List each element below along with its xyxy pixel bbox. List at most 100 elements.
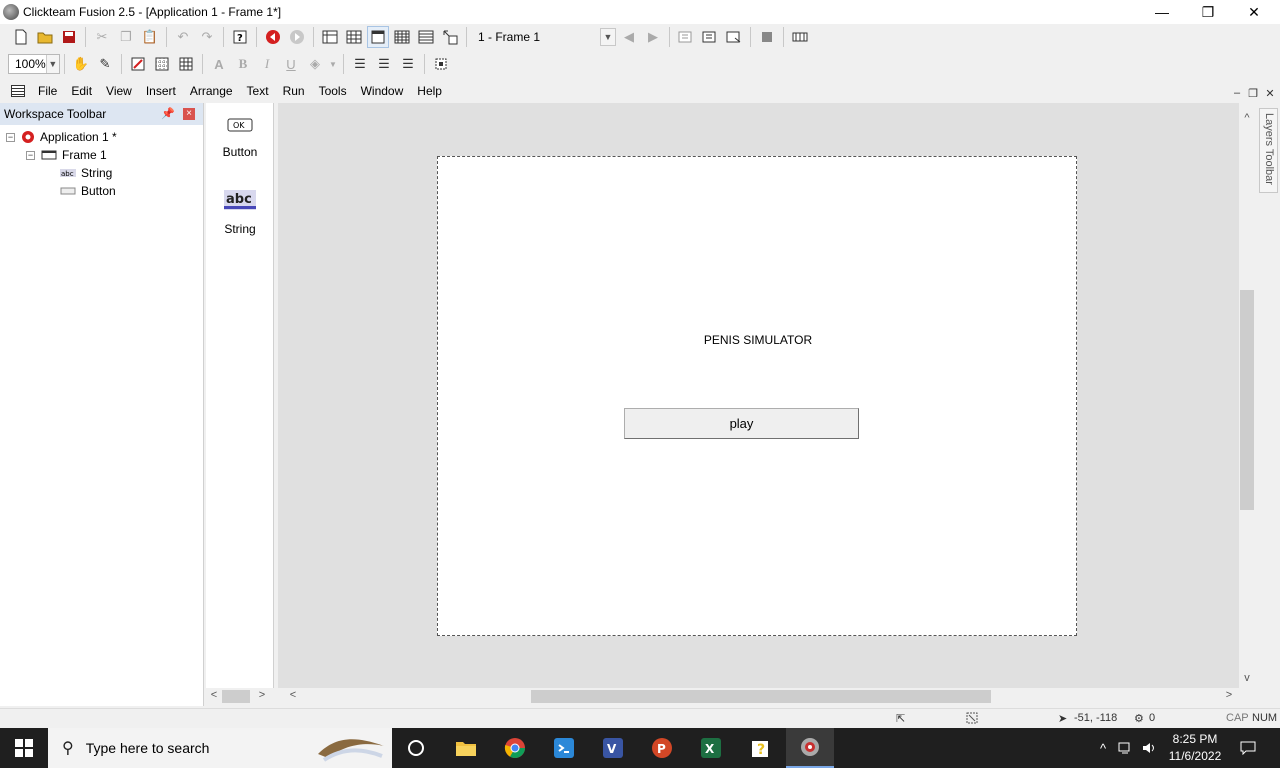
menu-tools[interactable]: Tools — [312, 84, 354, 98]
run-project-icon[interactable] — [723, 26, 745, 48]
taskbar-search[interactable]: ⚲ Type here to search — [48, 728, 392, 768]
scroll-left-icon[interactable]: < — [207, 689, 221, 701]
file-explorer-icon[interactable] — [442, 728, 490, 768]
forward-icon[interactable] — [286, 26, 308, 48]
document-minimize-icon[interactable]: – — [1230, 86, 1244, 100]
stop-icon[interactable] — [756, 26, 778, 48]
event-list-editor-icon[interactable] — [415, 26, 437, 48]
previous-frame-icon[interactable]: ◀ — [618, 26, 640, 48]
tree-item-string[interactable]: abc String — [60, 164, 112, 182]
help-app-icon[interactable]: ? — [737, 728, 785, 768]
pin-icon[interactable]: 📌 — [161, 107, 175, 120]
document-restore-icon[interactable]: ❐ — [1246, 86, 1260, 100]
menu-insert[interactable]: Insert — [139, 84, 183, 98]
scroll-right-icon[interactable]: > — [255, 689, 269, 701]
scroll-up-icon[interactable]: ^ — [1240, 112, 1254, 124]
text-color-icon[interactable]: ◈ — [304, 53, 326, 75]
frame-select-dropdown[interactable]: 1 - Frame 1 ▼ — [471, 27, 617, 47]
minimize-button[interactable]: — — [1139, 0, 1185, 24]
visual-studio-code-icon[interactable] — [540, 728, 588, 768]
menu-view[interactable]: View — [99, 84, 139, 98]
svg-text:?: ? — [757, 742, 765, 758]
paste-icon[interactable]: 📋 — [139, 26, 161, 48]
help-icon[interactable]: ? — [229, 26, 251, 48]
run-frame-icon[interactable] — [699, 26, 721, 48]
menu-window[interactable]: Window — [354, 84, 411, 98]
frame-editor-icon[interactable] — [367, 26, 389, 48]
new-file-icon[interactable] — [10, 26, 32, 48]
toggle-grid-icon[interactable] — [151, 53, 173, 75]
object-string[interactable]: abc String — [206, 189, 274, 236]
menu-text[interactable]: Text — [240, 84, 276, 98]
storyboard-editor-icon[interactable] — [319, 26, 341, 48]
vertical-scrollbar-thumb[interactable] — [1240, 290, 1254, 510]
copy-icon[interactable]: ❐ — [115, 26, 137, 48]
build-icon[interactable] — [789, 26, 811, 48]
hand-pan-icon[interactable]: ✋ — [70, 53, 92, 75]
tree-item-button[interactable]: Button — [60, 182, 116, 200]
menu-file[interactable]: File — [31, 84, 64, 98]
event-list-icon[interactable] — [343, 26, 365, 48]
open-folder-icon[interactable] — [34, 26, 56, 48]
restore-button[interactable]: ❐ — [1185, 0, 1231, 24]
menu-run[interactable]: Run — [276, 84, 312, 98]
horizontal-scrollbar-thumb[interactable] — [531, 690, 991, 703]
powerpoint-icon[interactable]: P — [638, 728, 686, 768]
toggle-background-icon[interactable] — [127, 53, 149, 75]
collapse-icon[interactable]: − — [26, 150, 35, 160]
run-application-icon[interactable] — [675, 26, 697, 48]
align-left-icon[interactable]: ☰ — [349, 53, 371, 75]
volume-icon[interactable] — [1139, 728, 1159, 768]
menu-help[interactable]: Help — [410, 84, 449, 98]
chevron-down-icon[interactable]: ▼ — [328, 53, 338, 75]
network-icon[interactable] — [1116, 728, 1136, 768]
notifications-icon[interactable] — [1236, 728, 1260, 768]
zoom-dropdown[interactable]: 100% ▼ — [8, 54, 60, 74]
close-icon[interactable]: × — [183, 108, 195, 120]
fit-frame-icon[interactable] — [430, 53, 452, 75]
play-button[interactable]: play — [624, 408, 859, 439]
align-center-icon[interactable]: ☰ — [373, 53, 395, 75]
save-icon[interactable] — [58, 26, 80, 48]
windows-start-button[interactable] — [0, 728, 48, 768]
scrollbar-thumb[interactable] — [222, 690, 250, 703]
frame-canvas[interactable]: PENIS SIMULATOR play — [437, 156, 1077, 636]
italic-button[interactable]: I — [256, 53, 278, 75]
undo-icon[interactable]: ↶ — [172, 26, 194, 48]
tree-item-application[interactable]: − Application 1 * — [6, 128, 117, 146]
align-right-icon[interactable]: ☰ — [397, 53, 419, 75]
taskbar-clock[interactable]: 8:25 PM 11/6/2022 — [1160, 731, 1230, 765]
cut-icon[interactable]: ✂ — [91, 26, 113, 48]
layers-toolbar-tab[interactable]: Layers Toolbar — [1259, 108, 1278, 193]
task-view-icon[interactable] — [392, 728, 440, 768]
snap-to-grid-icon[interactable] — [175, 53, 197, 75]
frame-editor[interactable]: PENIS SIMULATOR play — [278, 103, 1239, 688]
string-object-text[interactable]: PENIS SIMULATOR — [438, 333, 1078, 347]
next-frame-icon[interactable]: ▶ — [642, 26, 664, 48]
scroll-down-icon[interactable]: v — [1240, 672, 1254, 684]
pen-tool-icon[interactable]: ✎ — [94, 53, 116, 75]
menu-edit[interactable]: Edit — [64, 84, 99, 98]
underline-button[interactable]: U — [280, 53, 302, 75]
object-toolbar-scrollbar[interactable]: < > — [205, 688, 275, 705]
tree-item-frame[interactable]: − Frame 1 — [26, 146, 107, 164]
scroll-left-icon[interactable]: < — [286, 689, 300, 701]
object-button[interactable]: OK Button — [206, 117, 274, 159]
document-icon[interactable] — [11, 84, 25, 97]
scroll-right-icon[interactable]: > — [1222, 689, 1236, 701]
show-hidden-icons-icon[interactable]: ^ — [1094, 728, 1112, 768]
data-elements-icon[interactable] — [439, 26, 461, 48]
collapse-icon[interactable]: − — [6, 132, 15, 142]
back-icon[interactable] — [262, 26, 284, 48]
clickteam-fusion-taskbar-icon[interactable] — [786, 728, 834, 768]
chrome-icon[interactable] — [491, 728, 539, 768]
redo-icon[interactable]: ↷ — [196, 26, 218, 48]
close-button[interactable]: ✕ — [1231, 0, 1277, 24]
visio-icon[interactable]: V — [589, 728, 637, 768]
document-close-icon[interactable]: ✕ — [1263, 86, 1277, 100]
bold-button[interactable]: B — [232, 53, 254, 75]
font-icon[interactable]: A — [208, 53, 230, 75]
excel-icon[interactable]: X — [687, 728, 735, 768]
event-editor-icon[interactable] — [391, 26, 413, 48]
menu-arrange[interactable]: Arrange — [183, 84, 240, 98]
